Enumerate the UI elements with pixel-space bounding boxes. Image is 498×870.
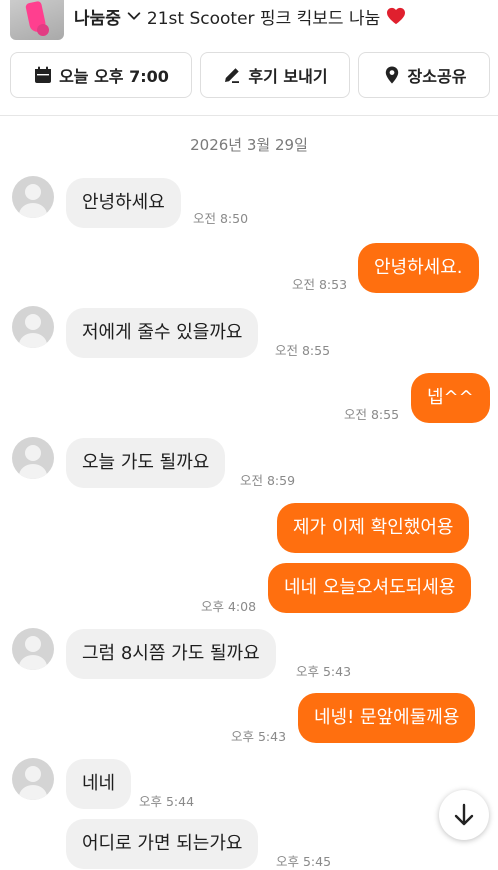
message-bubble-outgoing[interactable]: 제가 이제 확인했어용: [277, 503, 470, 553]
message-list[interactable]: 2026년 3월 29일 안녕하세요 오전 8:50 오전 8:53 안녕하세요…: [0, 116, 498, 869]
item-title-row[interactable]: 나눔중 21st Scooter 핑크 킥보드 나눔: [74, 2, 406, 30]
message-bubble-incoming[interactable]: 그럼 8시쯤 가도 될까요: [66, 629, 276, 679]
message-bubble-incoming[interactable]: 저에게 줄수 있을까요: [66, 308, 259, 358]
message-time: 오후 5:45: [276, 854, 332, 869]
message-bubble-incoming[interactable]: 네네: [66, 759, 132, 809]
chat-header: 나눔중 21st Scooter 핑크 킥보드 나눔 오늘 오후 7:00 후기…: [0, 0, 498, 116]
review-button[interactable]: 후기 보내기: [200, 52, 350, 98]
message-time: 오전 8:50: [193, 211, 249, 226]
heart-icon: [387, 7, 406, 25]
message-time: 오전 8:55: [275, 343, 331, 358]
schedule-label: 오늘 오후 7:00: [59, 67, 169, 86]
message-bubble-outgoing[interactable]: 네네 오늘오셔도되세용: [268, 563, 472, 613]
message-bubble-outgoing[interactable]: 안녕하세요.: [358, 243, 479, 293]
avatar[interactable]: [12, 758, 54, 800]
message-time: 오전 8:53: [292, 277, 348, 292]
message-time: 오후 5:43: [296, 664, 352, 679]
item-title: 21st Scooter 핑크 킥보드 나눔: [146, 8, 381, 29]
message-bubble-outgoing[interactable]: 네넹! 문앞에둘께용: [298, 693, 476, 743]
message-time: 오전 8:55: [344, 407, 400, 422]
message-time: 오전 8:59: [240, 473, 296, 488]
location-pin-icon: [385, 66, 398, 84]
review-label: 후기 보내기: [248, 67, 328, 86]
message-bubble-incoming[interactable]: 안녕하세요: [66, 178, 181, 228]
calendar-icon: [35, 66, 52, 83]
avatar[interactable]: [12, 437, 54, 479]
date-divider: 2026년 3월 29일: [190, 136, 308, 154]
action-bar: 오늘 오후 7:00 후기 보내기 장소공유: [10, 52, 490, 98]
arrow-down-icon: [454, 803, 474, 826]
message-bubble-outgoing[interactable]: 넵^^: [411, 373, 490, 423]
item-status: 나눔중: [74, 8, 121, 29]
avatar[interactable]: [12, 628, 54, 670]
share-location-button[interactable]: 장소공유: [358, 52, 490, 98]
message-time: 오후 4:08: [201, 599, 257, 614]
avatar[interactable]: [12, 176, 54, 218]
avatar[interactable]: [12, 306, 54, 348]
chevron-down-icon[interactable]: [125, 7, 143, 25]
item-thumbnail[interactable]: [10, 0, 64, 40]
pencil-icon: [225, 68, 240, 83]
scroll-to-bottom-button[interactable]: [439, 790, 489, 840]
message-time: 오후 5:43: [231, 729, 287, 744]
schedule-button[interactable]: 오늘 오후 7:00: [10, 52, 192, 98]
message-time: 오후 5:44: [139, 794, 195, 809]
message-bubble-incoming[interactable]: 어디로 가면 되는가요: [66, 819, 259, 869]
share-location-label: 장소공유: [407, 67, 467, 86]
message-bubble-incoming[interactable]: 오늘 가도 될까요: [66, 438, 226, 488]
